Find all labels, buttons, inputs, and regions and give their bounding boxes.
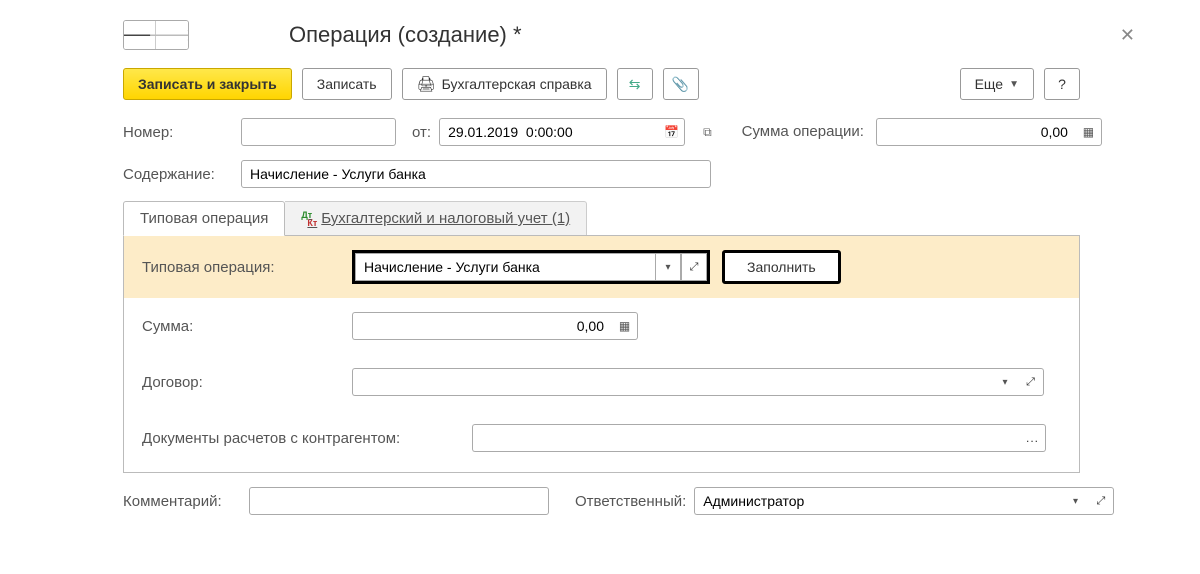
close-icon[interactable]: ✕	[1120, 25, 1135, 46]
chevron-down-icon: ▾	[1002, 377, 1007, 388]
print-icon	[417, 75, 436, 93]
chevron-down-icon: ▼	[1009, 79, 1019, 90]
fill-button[interactable]: Заполнить	[722, 250, 841, 284]
more-button-label: Еще	[975, 76, 1004, 92]
calculator-icon: ▦	[619, 319, 630, 333]
responsible-label: Ответственный:	[575, 493, 686, 510]
contract-dropdown[interactable]: ▾	[992, 368, 1018, 396]
docs-input[interactable]	[472, 424, 1020, 452]
sum-input[interactable]	[876, 118, 1076, 146]
inner-sum-calc[interactable]: ▦	[612, 312, 638, 340]
save-button[interactable]: Записать	[302, 68, 392, 100]
typical-op-label: Типовая операция:	[142, 259, 342, 276]
dtkt-icon: ДтКт	[301, 211, 317, 227]
responsible-dropdown[interactable]: ▾	[1063, 487, 1089, 515]
typical-op-open[interactable]: ⤢	[681, 253, 707, 281]
comment-label: Комментарий:	[123, 493, 241, 510]
open-icon: ⤢	[690, 261, 699, 274]
tab-accounting[interactable]: ДтКт Бухгалтерский и налоговый учет (1)	[285, 201, 587, 235]
open-icon: ⤢	[1026, 376, 1035, 389]
attach-icon: 📎	[672, 76, 689, 93]
dots-icon: ...	[1026, 431, 1039, 445]
tab-accounting-label: Бухгалтерский и налоговый учет (1)	[321, 210, 570, 227]
chevron-down-icon: ▾	[665, 262, 670, 273]
page-title: Операция (создание) *	[289, 22, 522, 48]
copy-icon[interactable]: ⧉	[703, 125, 712, 140]
typical-op-dropdown[interactable]: ▾	[655, 253, 681, 281]
sum-label-text: Сумма операции:	[742, 123, 864, 140]
comment-input[interactable]	[249, 487, 549, 515]
chevron-down-icon: ▾	[1073, 496, 1078, 507]
docs-label: Документы расчетов с контрагентом:	[142, 430, 462, 447]
calculator-button[interactable]: ▦	[1076, 118, 1102, 146]
inner-sum-label: Сумма:	[142, 318, 342, 335]
calculator-icon: ▦	[1083, 125, 1094, 139]
tab-typical-label: Типовая операция	[140, 210, 268, 227]
report-button-label: Бухгалтерская справка	[442, 76, 592, 92]
inner-sum-input[interactable]	[352, 312, 612, 340]
more-button[interactable]: Еще ▼	[960, 68, 1034, 100]
attach-button[interactable]: 📎	[663, 68, 699, 100]
report-button[interactable]: Бухгалтерская справка	[402, 68, 607, 100]
number-input[interactable]	[241, 118, 396, 146]
contract-input[interactable]	[352, 368, 992, 396]
contract-open[interactable]: ⤢	[1018, 368, 1044, 396]
responsible-input[interactable]	[694, 487, 1062, 515]
structure-icon: ⇆	[629, 76, 641, 93]
responsible-open[interactable]: ⤢	[1088, 487, 1114, 515]
contract-label: Договор:	[142, 374, 342, 391]
content-label: Содержание:	[123, 166, 233, 183]
structure-button[interactable]: ⇆	[617, 68, 653, 100]
calendar-icon: 📅	[664, 125, 679, 139]
save-close-button[interactable]: Записать и закрыть	[123, 68, 292, 100]
typical-op-input[interactable]	[355, 253, 655, 281]
nav-buttons: 🡐 🡒	[123, 20, 189, 50]
help-button[interactable]: ?	[1044, 68, 1080, 100]
date-input[interactable]	[439, 118, 659, 146]
tab-typical-operation[interactable]: Типовая операция	[123, 201, 285, 236]
content-input[interactable]	[241, 160, 711, 188]
toolbar: Записать и закрыть Записать Бухгалтерска…	[123, 68, 1175, 100]
nav-forward-button[interactable]: 🡒	[156, 21, 188, 49]
date-label: от:	[412, 124, 431, 141]
docs-more[interactable]: ...	[1020, 424, 1046, 452]
open-icon: ⤢	[1096, 495, 1105, 508]
sum-label: Сумма операции:	[742, 124, 864, 140]
calendar-button[interactable]: 📅	[659, 118, 685, 146]
number-label: Номер:	[123, 124, 233, 141]
